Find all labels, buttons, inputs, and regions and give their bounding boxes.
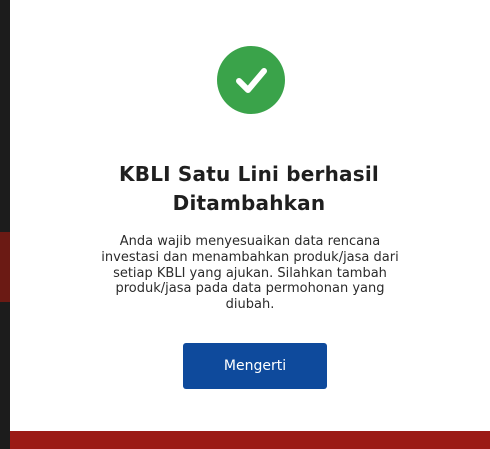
backdrop-bottom-bar	[10, 431, 490, 449]
dialog-title: KBLI Satu Lini berhasil Ditambahkan	[10, 160, 488, 218]
success-dialog: KBLI Satu Lini berhasil Ditambahkan Anda…	[10, 0, 488, 431]
dialog-message-line: produk/jasa pada data permohonan yang	[115, 281, 385, 297]
check-circle-icon	[217, 46, 285, 114]
screen: KBLI Satu Lini berhasil Ditambahkan Anda…	[0, 0, 490, 449]
dialog-title-line-1: KBLI Satu Lini berhasil	[119, 162, 379, 186]
dialog-message-line: setiap KBLI yang ajukan. Silahkan tambah	[113, 265, 387, 281]
dialog-message-line: investasi dan menambahkan produk/jasa da…	[101, 249, 399, 265]
backdrop-left-accent	[0, 232, 10, 302]
dialog-message-line: diubah.	[225, 297, 275, 313]
backdrop-left-edge	[0, 0, 10, 449]
confirm-button[interactable]: Mengerti	[183, 343, 327, 389]
dialog-message-line: Anda wajib menyesuaikan data rencana	[119, 234, 381, 249]
dialog-title-line-2: Ditambahkan	[172, 191, 326, 215]
checkmark-icon	[236, 68, 267, 93]
dialog-message: Anda wajib menyesuaikan data rencana inv…	[62, 234, 438, 313]
